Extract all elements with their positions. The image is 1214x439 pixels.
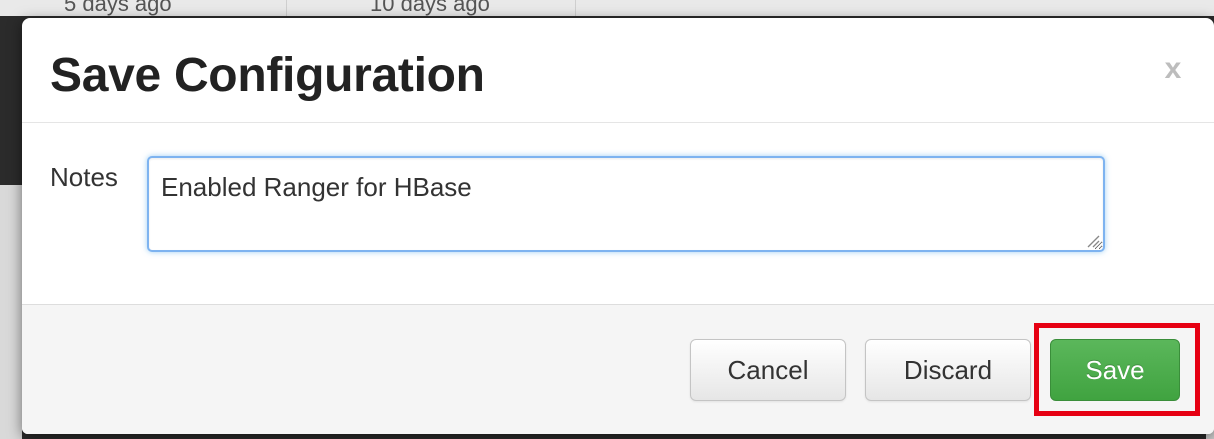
save-button[interactable]: Save: [1050, 339, 1180, 401]
cancel-button[interactable]: Cancel: [690, 339, 846, 401]
resize-grip-icon[interactable]: [1086, 234, 1100, 248]
dialog-footer: Cancel Discard Save: [22, 304, 1214, 434]
notes-label: Notes: [50, 162, 118, 192]
background-panel: [0, 185, 22, 439]
dialog-body: Notes Enabled Ranger for HBase: [22, 124, 1214, 304]
dialog-title: Save Configuration: [50, 49, 485, 102]
close-icon[interactable]: x: [1158, 54, 1188, 84]
discard-button[interactable]: Discard: [865, 339, 1031, 401]
background-list-strip: 5 days ago 10 days ago: [0, 0, 1214, 16]
background-timestamp: 5 days ago: [64, 0, 172, 16]
dialog-header: Save Configuration x: [22, 18, 1214, 123]
background-divider: [286, 0, 287, 16]
notes-textarea[interactable]: Enabled Ranger for HBase: [147, 156, 1105, 252]
background-divider: [575, 0, 576, 16]
background-timestamp: 10 days ago: [370, 0, 490, 16]
save-configuration-dialog: Save Configuration x Notes Enabled Range…: [22, 18, 1214, 434]
